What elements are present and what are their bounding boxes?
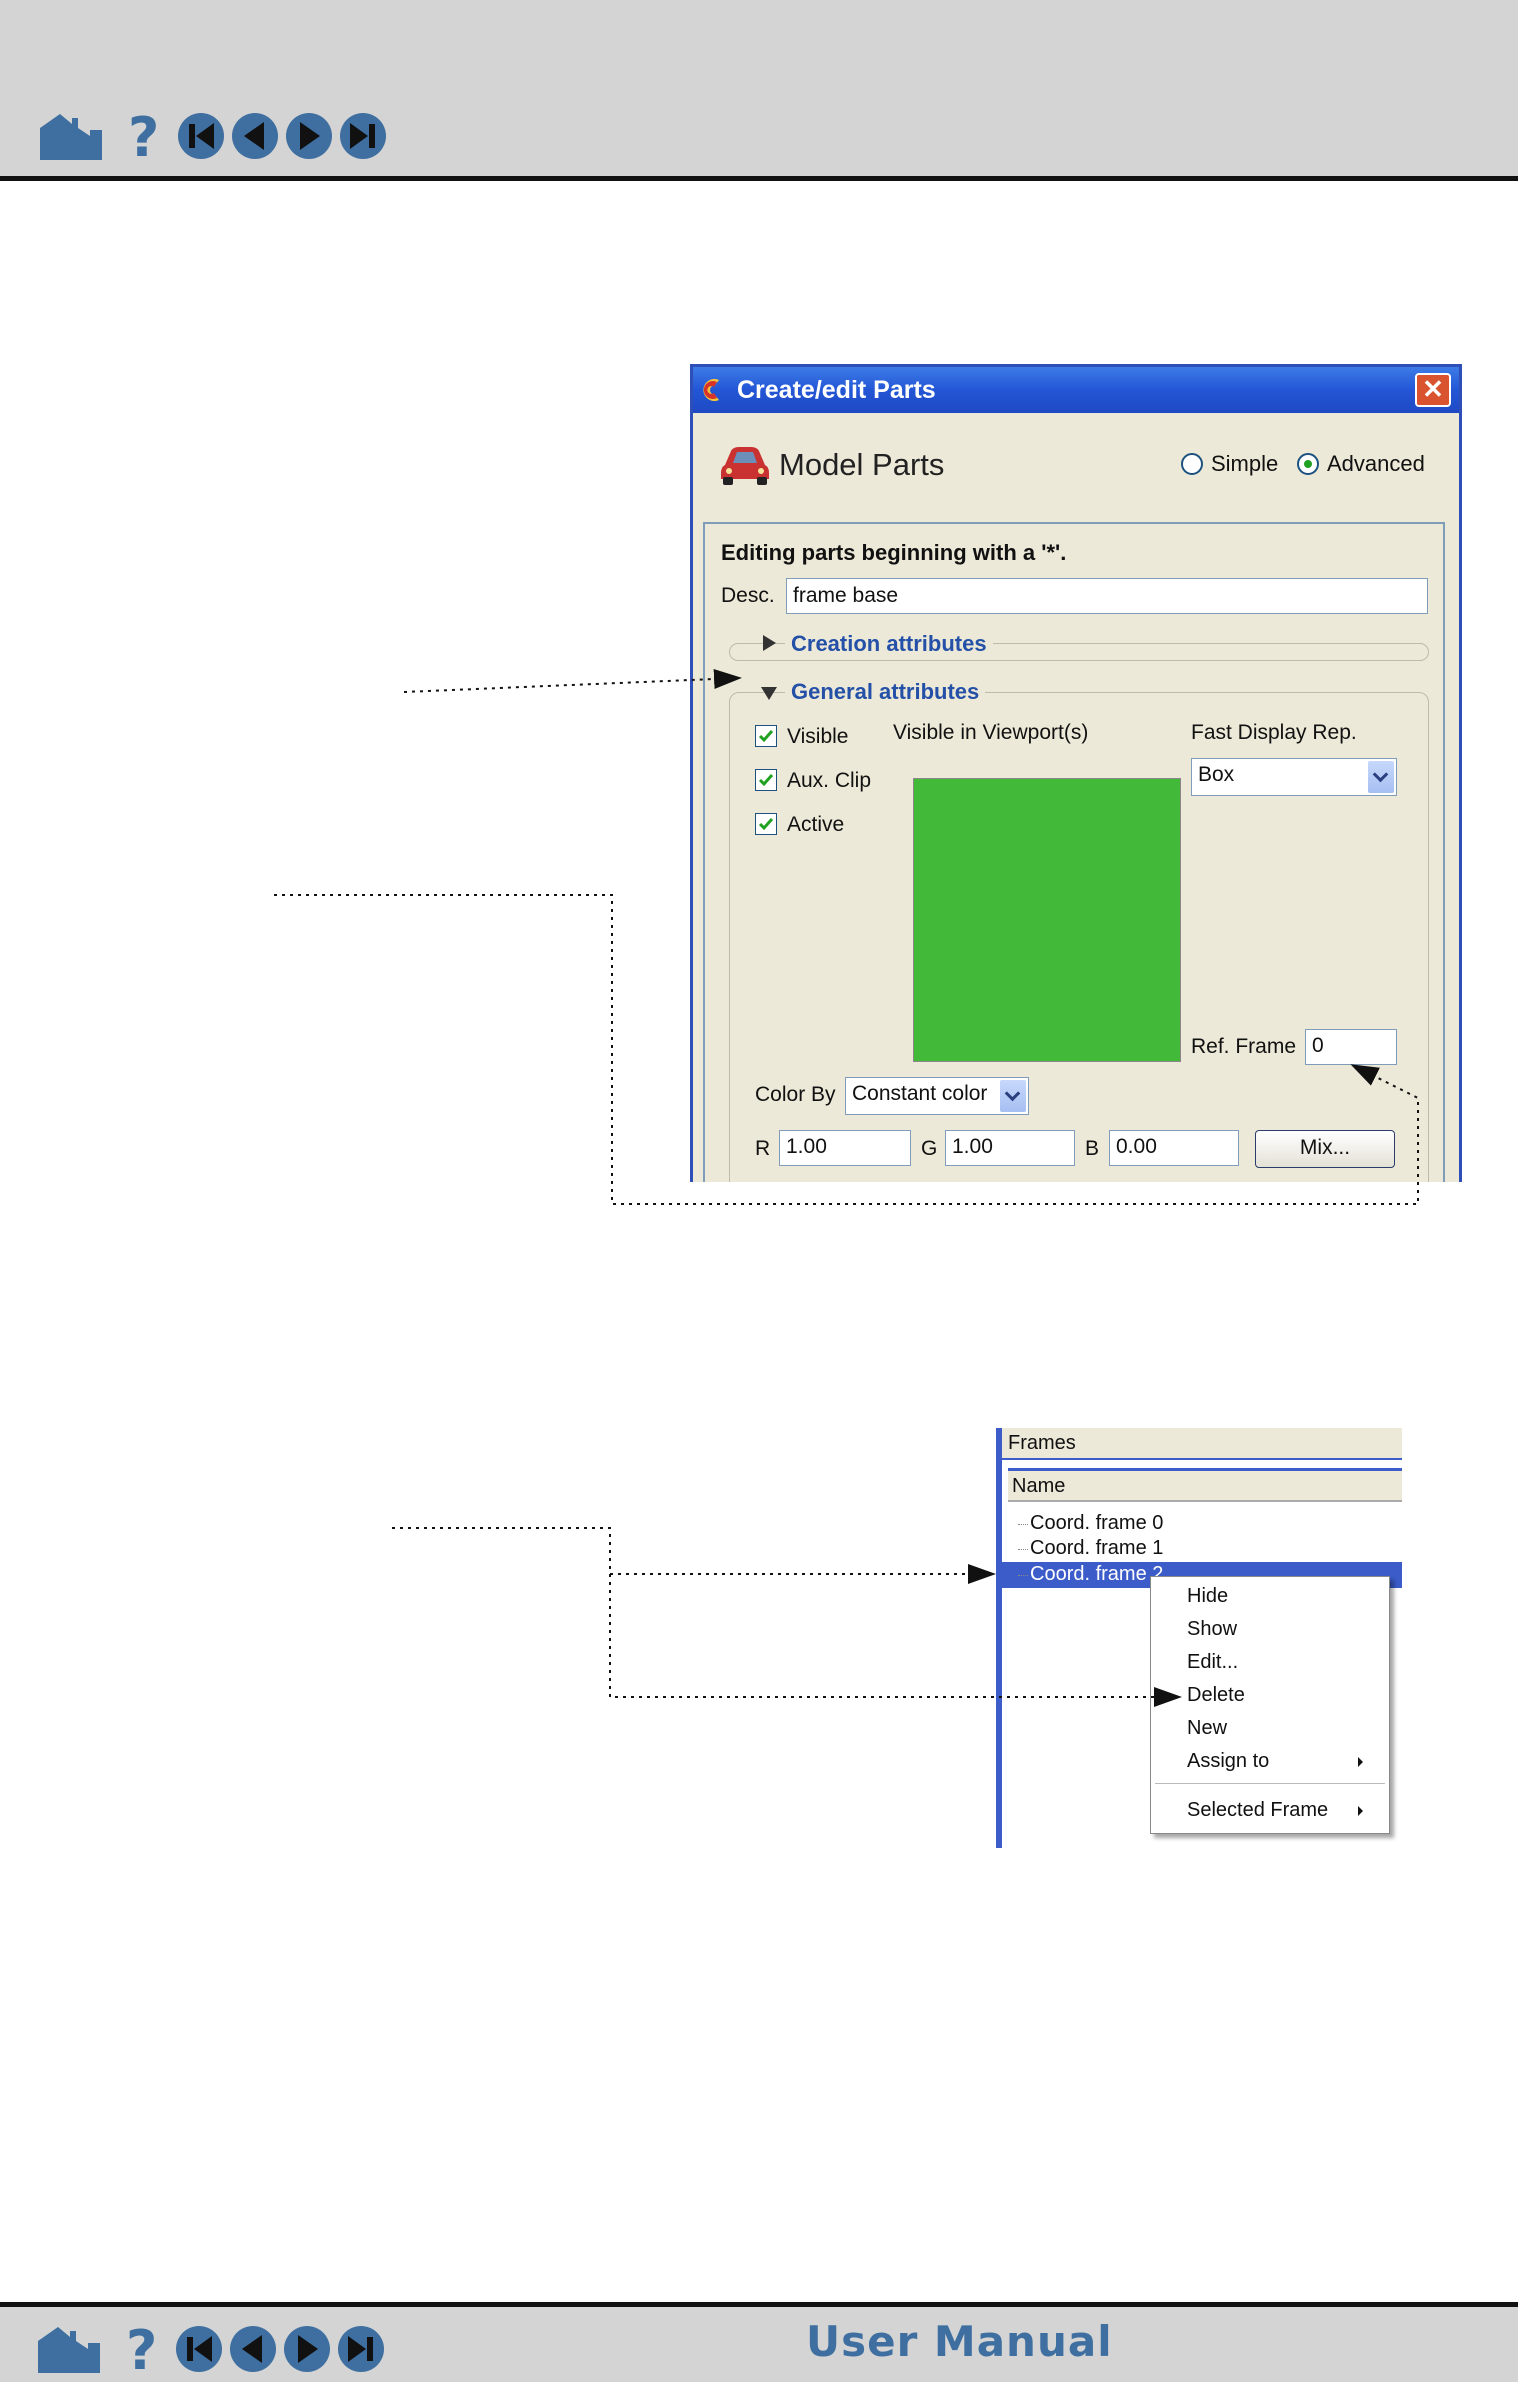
next-page-icon[interactable] bbox=[282, 2324, 332, 2374]
previous-page-icon[interactable] bbox=[228, 2324, 278, 2374]
home-icon[interactable] bbox=[36, 2323, 102, 2375]
last-page-icon[interactable] bbox=[336, 2324, 386, 2374]
callout-general-attributes bbox=[403, 669, 742, 693]
footer-title: User Manual bbox=[806, 2317, 1113, 2366]
callout-frames-list bbox=[392, 1527, 996, 1584]
bottom-navigation-bar: ? User Manual bbox=[0, 2302, 1518, 2382]
first-page-icon[interactable] bbox=[174, 2324, 224, 2374]
callout-ref-frame bbox=[274, 894, 1419, 1205]
svg-text:?: ? bbox=[126, 2323, 157, 2375]
callout-delete-menu bbox=[609, 1574, 1182, 1707]
help-icon[interactable]: ? bbox=[120, 2323, 164, 2375]
bottom-nav-icons: ? bbox=[36, 2323, 386, 2375]
callout-leaders bbox=[274, 669, 1419, 1707]
